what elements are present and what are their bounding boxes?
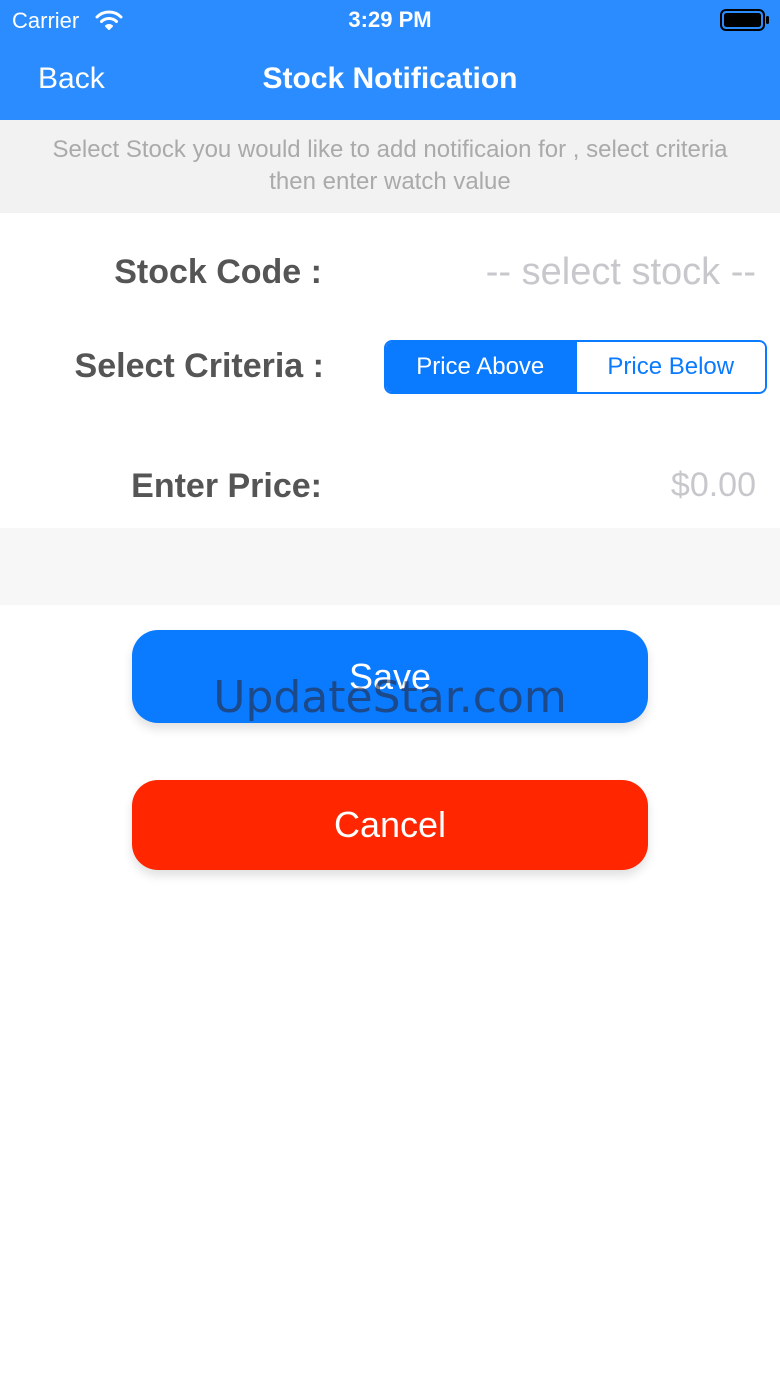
notification-form: Stock Code : -- select stock -- Select C… <box>0 213 780 528</box>
criteria-label: Select Criteria : <box>74 347 324 385</box>
form-footer-band <box>0 528 780 605</box>
price-input[interactable]: $0.00 <box>671 466 756 505</box>
stock-picker[interactable]: -- select stock -- <box>486 251 756 294</box>
cancel-button[interactable]: Cancel <box>132 780 648 870</box>
page-title: Stock Notification <box>262 62 518 95</box>
price-label: Enter Price: <box>131 467 322 505</box>
instructions-text: Select Stock you would like to add notif… <box>0 120 780 213</box>
status-bar: Carrier 3:29 PM <box>0 0 780 40</box>
criteria-segmented-control: Price Above Price Below <box>384 340 767 394</box>
navigation-bar: Back Stock Notification <box>0 40 780 120</box>
stock-code-label: Stock Code : <box>114 253 322 291</box>
instructions-line-2: then enter watch value <box>269 168 511 195</box>
status-time: 3:29 PM <box>348 7 432 32</box>
segment-price-above[interactable]: Price Above <box>386 342 575 392</box>
instructions-line-1: Select Stock you would like to add notif… <box>52 136 728 163</box>
segment-price-below[interactable]: Price Below <box>574 342 765 392</box>
battery-icon <box>720 9 769 31</box>
save-button[interactable]: Save <box>132 630 648 723</box>
header: Carrier 3:29 PM Back Stock Notification <box>0 0 780 120</box>
